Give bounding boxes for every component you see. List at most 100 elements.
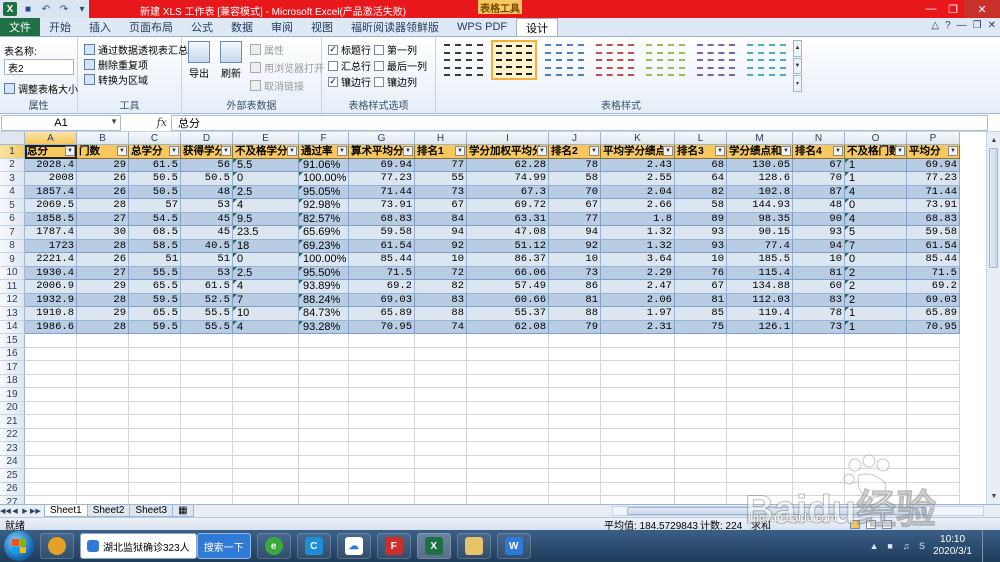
empty-cell[interactable] xyxy=(299,361,349,375)
table-cell[interactable]: 92 xyxy=(549,239,601,253)
undo-icon[interactable]: ↶ xyxy=(39,2,53,16)
empty-cell[interactable] xyxy=(549,469,601,483)
empty-cell[interactable] xyxy=(233,347,299,361)
filter-dropdown-icon[interactable]: ▼ xyxy=(948,146,958,156)
table-cell[interactable]: 58 xyxy=(549,172,601,186)
tab-design[interactable]: 设计 xyxy=(516,18,559,36)
empty-cell[interactable] xyxy=(77,455,129,469)
customize-qat-icon[interactable]: ▾ xyxy=(75,2,89,16)
empty-cell[interactable] xyxy=(77,482,129,496)
tab-home[interactable]: 开始 xyxy=(40,18,80,36)
table-cell[interactable]: 69.94 xyxy=(907,158,960,172)
empty-cell[interactable] xyxy=(793,334,845,348)
empty-cell[interactable] xyxy=(25,401,77,415)
empty-cell[interactable] xyxy=(77,415,129,429)
table-cell[interactable]: 84 xyxy=(415,212,467,226)
table-cell[interactable]: 185.5 xyxy=(727,253,793,267)
table-cell[interactable]: 1858.5 xyxy=(25,212,77,226)
table-cell[interactable]: 87 xyxy=(793,185,845,199)
empty-cell[interactable] xyxy=(467,428,549,442)
table-cell[interactable]: 92 xyxy=(415,239,467,253)
empty-cell[interactable] xyxy=(349,428,415,442)
empty-cell[interactable] xyxy=(727,442,793,456)
table-cell[interactable]: 94 xyxy=(415,226,467,240)
empty-cell[interactable] xyxy=(233,482,299,496)
table-cell[interactable]: 67 xyxy=(415,199,467,213)
header-row-checkbox[interactable]: ✓ 标题行 xyxy=(328,42,371,57)
table-cell[interactable]: 1787.4 xyxy=(25,226,77,240)
empty-cell[interactable] xyxy=(25,496,77,504)
filter-dropdown-icon[interactable]: ▼ xyxy=(221,146,231,156)
table-cell[interactable]: 74 xyxy=(415,320,467,334)
empty-cell[interactable] xyxy=(907,361,960,375)
row-header[interactable]: 4 xyxy=(0,185,25,199)
empty-cell[interactable] xyxy=(233,361,299,375)
empty-cell[interactable] xyxy=(793,442,845,456)
prev-sheet-icon[interactable]: ◀ xyxy=(10,507,20,515)
empty-cell[interactable] xyxy=(793,415,845,429)
workbook-restore-icon[interactable]: ❐ xyxy=(973,20,982,31)
empty-cell[interactable] xyxy=(349,334,415,348)
table-cell[interactable]: 27 xyxy=(77,212,129,226)
row-header[interactable]: 9 xyxy=(0,253,25,267)
filter-dropdown-icon[interactable]: ▼ xyxy=(663,146,673,156)
table-cell[interactable]: 62.08 xyxy=(467,320,549,334)
excel-logo-icon[interactable]: X xyxy=(3,2,17,16)
table-cell[interactable]: 74.99 xyxy=(467,172,549,186)
row-header[interactable]: 11 xyxy=(0,280,25,294)
empty-cell[interactable] xyxy=(415,347,467,361)
tab-page-layout[interactable]: 页面布局 xyxy=(120,18,182,36)
table-cell[interactable]: 56 xyxy=(181,158,233,172)
table-cell[interactable]: 40.5 xyxy=(181,239,233,253)
empty-cell[interactable] xyxy=(467,455,549,469)
table-cell[interactable]: 27 xyxy=(77,266,129,280)
table-cell[interactable]: 4 xyxy=(233,199,299,213)
empty-cell[interactable] xyxy=(549,428,601,442)
empty-cell[interactable] xyxy=(675,334,727,348)
table-cell[interactable]: 68.83 xyxy=(907,212,960,226)
empty-cell[interactable] xyxy=(907,496,960,504)
empty-cell[interactable] xyxy=(793,428,845,442)
empty-cell[interactable] xyxy=(181,388,233,402)
empty-cell[interactable] xyxy=(129,361,181,375)
workbook-close-icon[interactable]: ✕ xyxy=(988,20,996,31)
table-cell[interactable]: 98.35 xyxy=(727,212,793,226)
empty-cell[interactable] xyxy=(845,401,907,415)
empty-cell[interactable] xyxy=(415,469,467,483)
table-cell[interactable]: 67 xyxy=(675,280,727,294)
empty-cell[interactable] xyxy=(845,361,907,375)
filter-dropdown-icon[interactable]: ▼ xyxy=(537,146,547,156)
table-cell[interactable]: 55.5 xyxy=(181,307,233,321)
table-cell[interactable]: 86.37 xyxy=(467,253,549,267)
table-cell[interactable]: 2 xyxy=(845,266,907,280)
table-cell[interactable]: 115.4 xyxy=(727,266,793,280)
table-cell[interactable]: 61.5 xyxy=(129,158,181,172)
empty-cell[interactable] xyxy=(675,388,727,402)
insert-sheet-icon[interactable]: ▦ xyxy=(172,505,194,517)
table-cell[interactable]: 93 xyxy=(675,239,727,253)
table-cell[interactable]: 83 xyxy=(793,293,845,307)
empty-cell[interactable] xyxy=(601,428,675,442)
empty-cell[interactable] xyxy=(349,442,415,456)
empty-cell[interactable] xyxy=(25,482,77,496)
table-cell[interactable]: 50.5 xyxy=(129,185,181,199)
table-cell[interactable]: 76 xyxy=(675,266,727,280)
taskbar-app-ball[interactable] xyxy=(40,533,74,559)
empty-cell[interactable] xyxy=(727,428,793,442)
table-cell[interactable]: 1857.4 xyxy=(25,185,77,199)
empty-cell[interactable] xyxy=(181,347,233,361)
empty-cell[interactable] xyxy=(129,482,181,496)
taskbar-app-wps[interactable]: W xyxy=(496,533,531,559)
table-cell[interactable]: 50.5 xyxy=(129,172,181,186)
table-cell[interactable]: 75 xyxy=(675,320,727,334)
empty-cell[interactable] xyxy=(727,469,793,483)
table-cell[interactable]: 73 xyxy=(549,266,601,280)
table-cell[interactable]: 69.03 xyxy=(349,293,415,307)
row-header[interactable]: 8 xyxy=(0,239,25,253)
table-cell[interactable]: 128.6 xyxy=(727,172,793,186)
empty-cell[interactable] xyxy=(727,455,793,469)
table-cell[interactable]: 4 xyxy=(845,212,907,226)
empty-cell[interactable] xyxy=(601,442,675,456)
table-cell[interactable]: 69.72 xyxy=(467,199,549,213)
empty-cell[interactable] xyxy=(233,469,299,483)
